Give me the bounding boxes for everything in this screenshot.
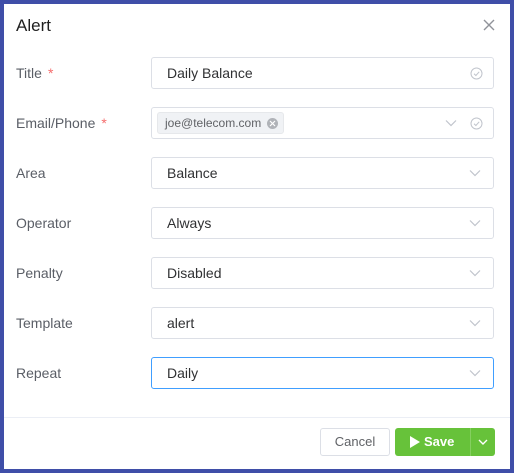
close-icon[interactable] bbox=[482, 18, 496, 32]
dialog-header: Alert bbox=[4, 4, 510, 50]
dialog-title: Alert bbox=[16, 16, 51, 35]
repeat-label: Repeat bbox=[16, 365, 62, 381]
penalty-value: Disabled bbox=[167, 265, 222, 281]
template-row: Template alert bbox=[4, 307, 510, 339]
repeat-row: Repeat Daily bbox=[4, 357, 510, 389]
chevron-down-icon bbox=[469, 170, 481, 177]
chevron-down-icon bbox=[469, 220, 481, 227]
chevron-down-icon[interactable] bbox=[445, 119, 457, 127]
title-label: Title * bbox=[16, 65, 54, 81]
chevron-down-icon bbox=[469, 270, 481, 277]
title-value: Daily Balance bbox=[167, 65, 253, 81]
required-marker: * bbox=[47, 65, 54, 81]
cancel-button[interactable]: Cancel bbox=[320, 428, 390, 456]
template-label: Template bbox=[16, 315, 73, 331]
check-circle-icon bbox=[470, 67, 483, 80]
required-marker: * bbox=[101, 115, 107, 131]
title-input[interactable]: Daily Balance bbox=[151, 57, 494, 89]
repeat-select[interactable]: Daily bbox=[151, 357, 494, 389]
penalty-row: Penalty Disabled bbox=[4, 257, 510, 289]
save-label: Save bbox=[424, 434, 455, 449]
operator-select[interactable]: Always bbox=[151, 207, 494, 239]
email-phone-select[interactable]: joe@telecom.com bbox=[151, 107, 494, 139]
play-icon bbox=[410, 436, 420, 448]
alert-dialog: Alert Title * Daily Balance Email/Phone * … bbox=[0, 0, 514, 473]
email-phone-label: Email/Phone * bbox=[16, 115, 107, 131]
repeat-value: Daily bbox=[167, 365, 199, 381]
operator-value: Always bbox=[167, 215, 212, 231]
tag-close-icon[interactable] bbox=[267, 118, 279, 129]
chevron-down-icon bbox=[469, 320, 481, 327]
penalty-label: Penalty bbox=[16, 265, 63, 281]
email-tag-text: joe@telecom.com bbox=[165, 116, 262, 130]
save-button[interactable]: Save bbox=[395, 428, 470, 456]
penalty-select[interactable]: Disabled bbox=[151, 257, 494, 289]
chevron-down-icon bbox=[469, 370, 481, 377]
save-options-dropdown[interactable] bbox=[471, 428, 495, 456]
email-tag: joe@telecom.com bbox=[157, 112, 285, 134]
area-row: Area Balance bbox=[4, 157, 510, 189]
template-value: alert bbox=[167, 315, 195, 331]
area-label: Area bbox=[16, 165, 46, 181]
save-split-button: Save bbox=[395, 428, 495, 456]
operator-label: Operator bbox=[16, 215, 72, 231]
operator-row: Operator Always bbox=[4, 207, 510, 239]
title-row: Title * Daily Balance bbox=[4, 57, 510, 89]
chevron-down-icon bbox=[478, 439, 488, 445]
area-value: Balance bbox=[167, 165, 218, 181]
email-phone-row: Email/Phone * joe@telecom.com bbox=[4, 107, 510, 139]
footer-divider bbox=[4, 417, 510, 418]
check-circle-icon bbox=[470, 117, 483, 130]
template-select[interactable]: alert bbox=[151, 307, 494, 339]
area-select[interactable]: Balance bbox=[151, 157, 494, 189]
